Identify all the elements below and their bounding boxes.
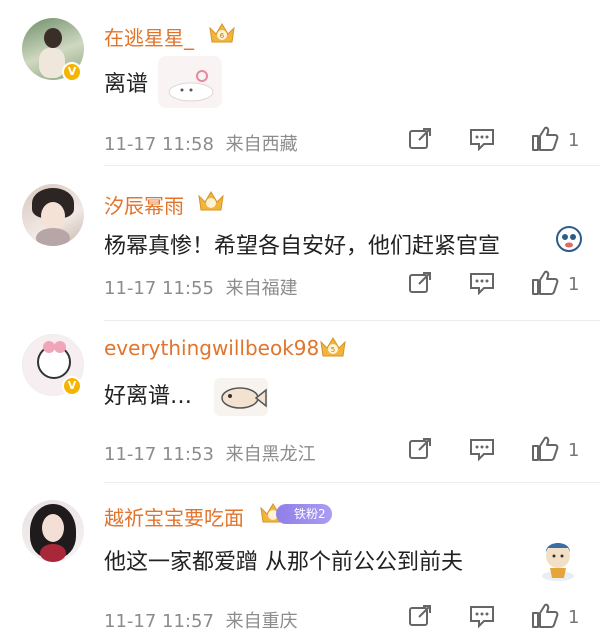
like-icon[interactable]	[531, 125, 559, 152]
comment-text: 他这一家都爱蹭 从那个前公公到前夫	[104, 550, 463, 575]
like-count: 1	[568, 274, 580, 295]
svg-text:5: 5	[331, 346, 335, 354]
username[interactable]: 越祈宝宝要吃面	[104, 502, 244, 531]
like-icon[interactable]	[531, 435, 559, 462]
like-icon[interactable]	[531, 602, 559, 629]
avatar[interactable]	[22, 184, 84, 246]
username[interactable]: 在逃星星_	[104, 22, 194, 51]
crown-badge-icon	[198, 191, 224, 211]
share-icon[interactable]	[407, 603, 433, 629]
like-icon[interactable]	[531, 269, 559, 296]
comment-meta: 11-17 11:57 来自重庆	[104, 607, 298, 633]
verified-icon: V	[62, 62, 82, 82]
sticker-icon	[214, 378, 268, 416]
comment-item: 越祈宝宝要吃面 铁粉2 他这一家都爱蹭 从那个前公公到前夫 11-17 11:5…	[0, 484, 600, 643]
comment-text: 离谱	[104, 72, 149, 97]
comment-icon[interactable]	[469, 271, 495, 295]
emoji-icon	[556, 226, 582, 252]
verified-icon: V	[62, 376, 82, 396]
divider	[104, 482, 600, 483]
sticker-icon	[542, 543, 574, 581]
comment-item: 汐辰幂雨 杨幂真惨！希望各自安好，他们赶紧官宣 11-17 11:55 来自福建…	[0, 166, 600, 322]
comment-text: 杨幂真惨！希望各自安好，他们赶紧官宣	[104, 234, 501, 259]
svg-text:6: 6	[220, 32, 225, 40]
crown-badge-icon: 6	[209, 23, 235, 43]
comment-time: 11-17 11:55	[104, 278, 214, 299]
share-icon[interactable]	[407, 126, 433, 152]
avatar[interactable]	[22, 500, 84, 562]
share-icon[interactable]	[407, 270, 433, 296]
comment-time: 11-17 11:58	[104, 134, 214, 155]
share-icon[interactable]	[407, 436, 433, 462]
comment-item: V everythingwillbeok98 5 好离谱… 11-17 11:5…	[0, 322, 600, 484]
comment-time: 11-17 11:53	[104, 444, 214, 465]
username[interactable]: everythingwillbeok98	[104, 336, 319, 360]
comment-meta: 11-17 11:58 来自西藏	[104, 130, 298, 156]
comment-text: 好离谱…	[104, 384, 193, 409]
comment-meta: 11-17 11:55 来自福建	[104, 274, 298, 300]
comment-meta: 11-17 11:53 来自黑龙江	[104, 440, 316, 466]
comment-item: V 在逃星星_ 6 离谱 11-17 11:58 来自西藏 1	[0, 0, 600, 166]
comment-location: 来自重庆	[225, 611, 298, 632]
comment-icon[interactable]	[469, 437, 495, 461]
comment-icon[interactable]	[469, 604, 495, 628]
comment-location: 来自黑龙江	[225, 444, 316, 465]
comment-location: 来自福建	[225, 278, 298, 299]
like-count: 1	[568, 440, 580, 461]
sticker-icon	[158, 56, 222, 108]
crown-badge-icon: 5	[320, 337, 346, 357]
comment-time: 11-17 11:57	[104, 611, 214, 632]
like-count: 1	[568, 130, 580, 151]
divider	[104, 320, 600, 321]
username[interactable]: 汐辰幂雨	[104, 190, 184, 219]
fan-badge: 铁粉2	[276, 504, 332, 524]
comment-icon[interactable]	[469, 127, 495, 151]
like-count: 1	[568, 607, 580, 628]
comment-location: 来自西藏	[225, 134, 298, 155]
